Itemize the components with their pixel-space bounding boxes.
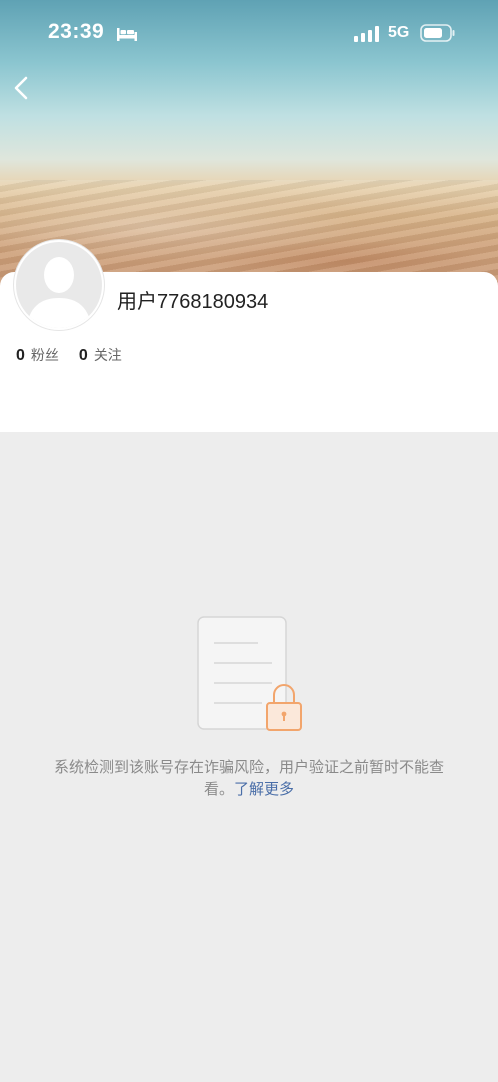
status-bar: 23:39 5G (0, 0, 498, 70)
battery-icon (420, 24, 456, 46)
followers-count: 0 (16, 347, 25, 364)
following-stat[interactable]: 0 关注 (79, 345, 122, 365)
avatar[interactable] (14, 240, 104, 330)
locked-document-icon (196, 615, 306, 739)
learn-more-link[interactable]: 了解更多 (234, 780, 294, 798)
chevron-left-icon (10, 76, 42, 108)
bed-icon (116, 26, 138, 46)
profile-stats: 0 粉丝 0 关注 (16, 345, 122, 365)
followers-stat[interactable]: 0 粉丝 (16, 345, 59, 365)
followers-label: 粉丝 (30, 348, 59, 364)
network-type: 5G (388, 24, 410, 41)
status-time: 23:39 (48, 20, 105, 43)
signal-icon (354, 26, 380, 46)
following-count: 0 (78, 347, 88, 364)
default-avatar-icon (16, 242, 102, 328)
back-button[interactable] (10, 72, 42, 104)
username: 用户7768180934 (117, 291, 269, 313)
following-label: 关注 (93, 348, 122, 364)
risk-notice: 系统检测到该账号存在诈骗风险，用户验证之前暂时不能查看。了解更多 (40, 756, 458, 800)
